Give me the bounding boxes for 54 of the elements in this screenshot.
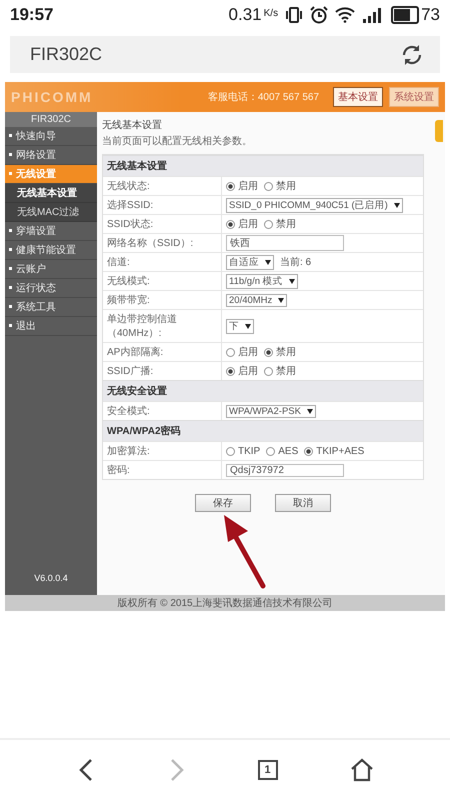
field-label: 无线状态: [103,177,222,195]
radio-label: 禁用 [276,218,296,231]
page-description: 当前页面可以配置无线相关参数。 [102,134,253,148]
radio-label: 启用 [238,364,258,378]
router-logo: PHICOMM [11,89,93,105]
field-label: SSID状态: [103,215,222,233]
form-button[interactable]: 保存 [195,494,251,512]
radio-label: AES [278,446,298,456]
dropdown[interactable]: 自适应 [226,254,274,270]
dropdown[interactable]: 20/40MHz [226,294,288,306]
radio-label: 禁用 [276,364,296,378]
radio-label: TKIP+AES [316,446,364,456]
page-title: FIR302C [30,44,102,65]
field-label: 信道: [103,253,222,271]
field-label: 无线模式: [103,272,222,290]
field-label: 网络名称（SSID）: [103,234,222,252]
submenu-item[interactable]: 无线基本设置 [5,184,97,203]
radio-label: TKIP [238,446,260,456]
section-header: 无线安全设置 [103,380,423,401]
battery-percent: 73 [421,5,440,25]
page-heading: 无线基本设置 [102,118,163,132]
dropdown[interactable]: 下 [226,318,254,334]
model-title: FIR302C [5,112,97,127]
tabs-button[interactable]: 1 [258,760,278,780]
field-label: 选择SSID: [103,196,222,214]
radio-label: 禁用 [276,346,296,359]
header-tab[interactable]: 系统设置 [389,87,439,107]
radio-label: 启用 [238,346,258,359]
dropdown[interactable]: 11b/g/n 模式 [226,274,298,288]
section-header: 无线基本设置 [103,155,423,176]
section-header: WPA/WPA2密码 [103,420,423,441]
radio-label: 禁用 [276,180,296,193]
address-bar[interactable]: FIR302C [10,36,440,73]
input-field[interactable]: Qdsj737972 [226,464,344,476]
dropdown[interactable]: SSID_0 PHICOMM_940C51 (已启用) [226,198,403,212]
header-tab[interactable]: 基本设置 [333,87,383,107]
field-label: 单边带控制信道（40MHz）: [103,310,222,342]
radio-label: 启用 [238,218,258,231]
hotline-text: 客服电话：4007 567 567 [208,90,319,104]
submenu-item[interactable]: 无线MAC过滤 [5,203,97,222]
current-channel-text: 当前: 6 [280,256,312,269]
field-label: AP内部隔离: [103,343,222,361]
firmware-version: V6.0.0.4 [33,573,69,583]
speed-unit: K/s [264,8,278,19]
radio-label: 启用 [238,180,258,193]
clock: 19:57 [10,5,54,25]
field-label: 频带带宽: [103,291,222,309]
field-label: 加密算法: [103,442,222,460]
network-speed: 0.31 [228,5,262,25]
dropdown[interactable]: WPA/WPA2-PSK [226,404,316,418]
copyright-footer: 版权所有 © 2015上海斐讯数据通信技术有限公司 [5,595,445,611]
field-label: 密码: [103,461,222,479]
input-field[interactable]: 铁西 [226,235,344,251]
form-button[interactable]: 取消 [275,494,331,512]
